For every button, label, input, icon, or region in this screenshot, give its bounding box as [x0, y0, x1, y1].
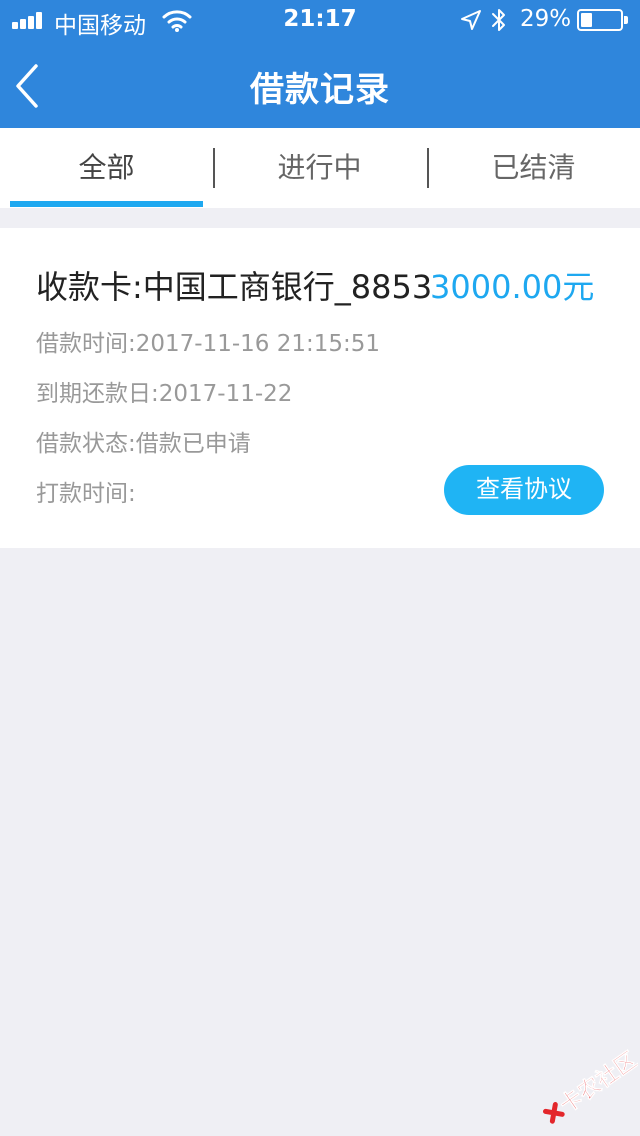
screen: 中国移动 21:17 29% 借款记录 全部 进行中 已结清 收款卡:中国工商银…	[0, 0, 640, 1136]
loan-amount: 3000.00元	[430, 268, 595, 306]
watermark-logo-icon: 卡农社区	[542, 1047, 638, 1124]
loan-record-card: 收款卡:中国工商银行_8853 3000.00元 借款时间:2017-11-16…	[0, 228, 640, 548]
tab-settled[interactable]: 已结清	[427, 128, 640, 208]
page-title: 借款记录	[250, 70, 390, 110]
top-bar: 中国移动 21:17 29% 借款记录	[0, 0, 640, 128]
tab-in-progress[interactable]: 进行中	[213, 128, 426, 208]
bluetooth-icon	[492, 9, 505, 31]
battery-icon	[577, 9, 628, 31]
tab-bar: 全部 进行中 已结清	[0, 128, 640, 208]
view-agreement-button[interactable]: 查看协议	[444, 465, 604, 515]
loan-time: 借款时间:2017-11-16 21:15:51	[36, 331, 381, 357]
due-date: 到期还款日:2017-11-22	[36, 381, 293, 407]
active-tab-indicator	[10, 201, 203, 207]
watermark-text: 卡农社区	[555, 1047, 638, 1119]
receiving-card-label: 收款卡:中国工商银行_8853	[36, 268, 433, 306]
battery-percent: 29%	[520, 6, 572, 32]
tab-all[interactable]: 全部	[0, 128, 213, 208]
location-icon	[461, 10, 481, 30]
loan-status: 借款状态:借款已申请	[36, 431, 251, 457]
payout-time: 打款时间:	[36, 481, 136, 507]
status-bar: 中国移动 21:17 29%	[0, 0, 640, 40]
